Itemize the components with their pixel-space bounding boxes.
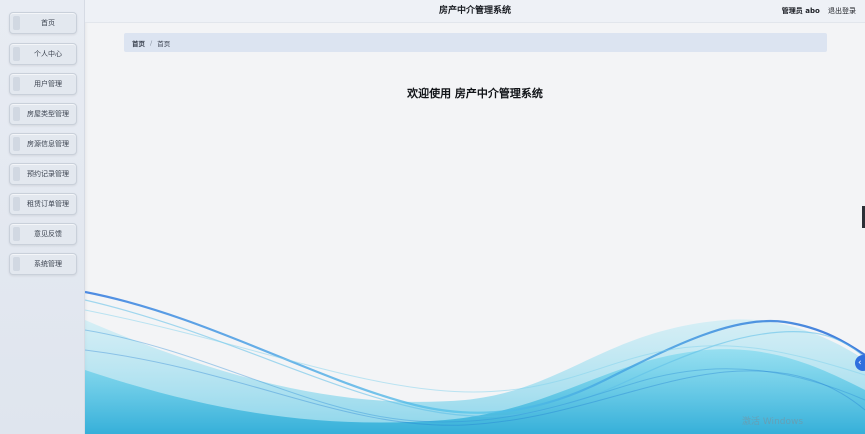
welcome-heading: 欢迎使用 房产中介管理系统 — [407, 87, 543, 100]
sidebar-item-label: 意见反馈 — [34, 230, 62, 238]
sidebar-item-label: 房屋类型管理 — [27, 110, 69, 118]
sidebar-item-appointment-management[interactable]: 预约记录管理 — [9, 163, 77, 185]
breadcrumb: 首页 / 首页 — [124, 33, 827, 52]
sidebar-item-label: 房源信息管理 — [27, 140, 69, 148]
sidebar-item-label: 系统管理 — [34, 260, 62, 268]
sidebar-item-feedback[interactable]: 意见反馈 — [9, 223, 77, 245]
sidebar-item-label: 用户管理 — [34, 80, 62, 88]
windows-activation-watermark: 激活 Windows — [742, 417, 804, 427]
collapse-button[interactable]: ‹ — [855, 355, 865, 371]
sidebar-item-label: 个人中心 — [34, 50, 62, 58]
sidebar-item-user-management[interactable]: 用户管理 — [9, 73, 77, 95]
sidebar-item-label: 首页 — [41, 19, 55, 27]
sidebar-item-personal-center[interactable]: 个人中心 — [9, 43, 77, 65]
sidebar: 首页 个人中心 用户管理 房屋类型管理 房源信息管理 预约记录管理 租赁订单管理… — [0, 0, 85, 434]
sidebar-item-label: 预约记录管理 — [27, 170, 69, 178]
sidebar-item-label: 租赁订单管理 — [27, 200, 69, 208]
breadcrumb-separator: / — [150, 38, 153, 47]
sidebar-item-rental-order-management[interactable]: 租赁订单管理 — [9, 193, 77, 215]
sidebar-item-house-type-management[interactable]: 房屋类型管理 — [9, 103, 77, 125]
header-user-area: 管理员 abo 退出登录 — [782, 0, 856, 22]
sidebar-item-home[interactable]: 首页 — [9, 12, 77, 34]
sidebar-item-system-management[interactable]: 系统管理 — [9, 253, 77, 275]
breadcrumb-current: 首页 — [157, 39, 171, 48]
top-header: 房产中介管理系统 管理员 abo 退出登录 — [85, 0, 865, 23]
sidebar-item-listing-management[interactable]: 房源信息管理 — [9, 133, 77, 155]
app-window: 首页 个人中心 用户管理 房屋类型管理 房源信息管理 预约记录管理 租赁订单管理… — [0, 0, 865, 434]
breadcrumb-home-link[interactable]: 首页 — [132, 38, 145, 48]
current-user: 管理员 abo — [781, 7, 820, 15]
chevron-left-icon: ‹ — [858, 358, 862, 368]
decorative-wave-background — [85, 290, 865, 434]
app-title: 房产中介管理系统 — [438, 6, 511, 16]
logout-button[interactable]: 退出登录 — [828, 7, 856, 15]
